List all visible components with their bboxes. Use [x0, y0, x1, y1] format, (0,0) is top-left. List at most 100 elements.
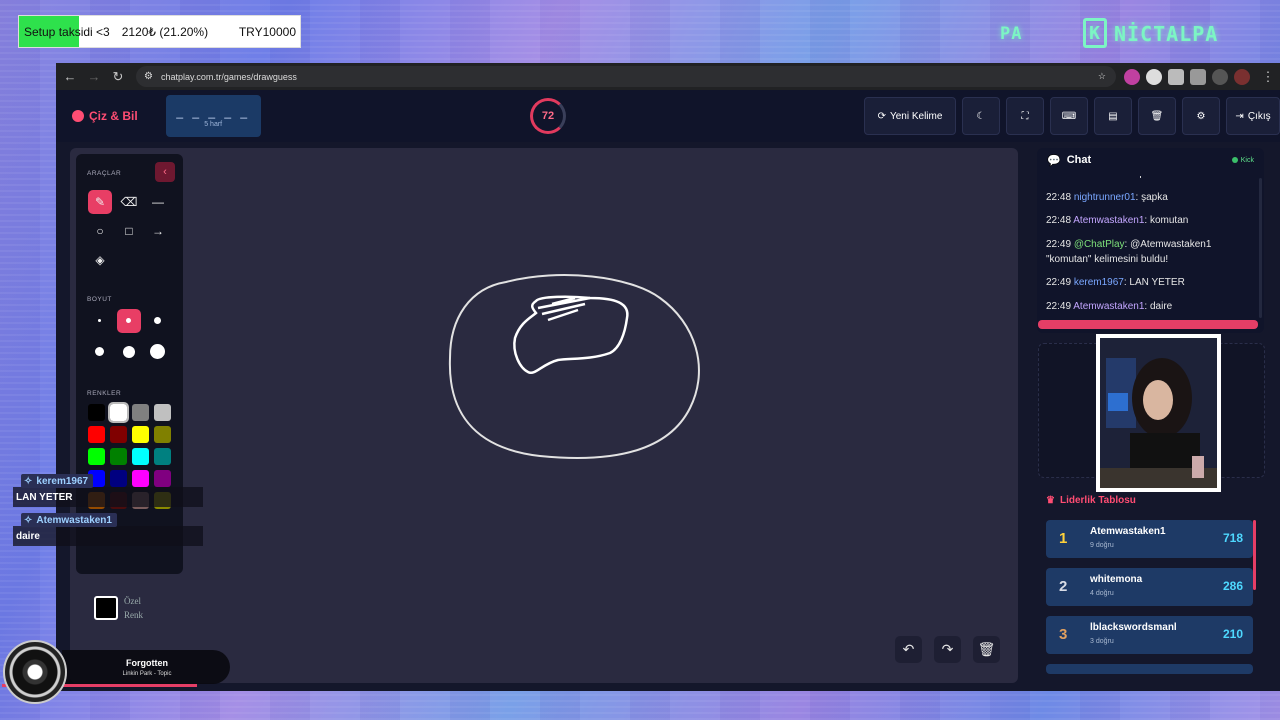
- brush-icon: ✎: [94, 195, 106, 209]
- size-option-4[interactable]: [88, 340, 112, 364]
- redo-button[interactable]: ↷: [934, 636, 961, 663]
- app-title: Çiz & Bil: [89, 109, 138, 123]
- chat-title: Chat: [1066, 154, 1092, 166]
- size-option-6[interactable]: [146, 340, 170, 364]
- custom-color[interactable]: Özel Renk: [94, 594, 143, 623]
- app-header: Çiz & Bil _ _ _ _ _ 5 harf 72 ⟳ Yeni Kel…: [56, 90, 1280, 142]
- undo-icon: ↶: [902, 641, 915, 657]
- arrow-right-icon: →: [152, 224, 164, 238]
- drawing-canvas[interactable]: ↶ ↷ 🗑: [70, 148, 1018, 683]
- square-icon: □: [125, 224, 133, 238]
- new-word-button[interactable]: ⟳ Yeni Kelime: [864, 97, 956, 135]
- rank-number: 2: [1059, 578, 1068, 595]
- color-swatch[interactable]: [110, 470, 127, 487]
- canvas-actions: ↶ ↷ 🗑: [895, 636, 1000, 663]
- extension-icon[interactable]: [1168, 68, 1184, 85]
- extension-icon[interactable]: [1146, 68, 1162, 85]
- word-mask: _ _ _ _ _: [176, 104, 251, 119]
- live-dot-icon: [1231, 157, 1238, 163]
- circle-tool[interactable]: ○: [88, 219, 112, 243]
- redo-icon: ↷: [941, 641, 954, 657]
- chat-message: 22:48 nightrunner01: şapka: [1046, 191, 1168, 203]
- leaderboard-scrollbar[interactable]: [1253, 520, 1256, 590]
- color-swatch[interactable]: [110, 448, 127, 465]
- clear-canvas-button[interactable]: 🗑: [973, 636, 1000, 663]
- chat-scrollbar[interactable]: [1259, 178, 1262, 318]
- trash-icon: 🗑: [977, 641, 996, 657]
- exit-button[interactable]: ⇥ Çıkış: [1226, 97, 1280, 135]
- player-points: 210: [1222, 627, 1243, 641]
- chat-source-label: Kick: [1240, 156, 1254, 164]
- line-tool[interactable]: —: [146, 190, 170, 214]
- app-logo[interactable]: Çiz & Bil: [72, 109, 138, 123]
- undo-button[interactable]: ↶: [895, 636, 922, 663]
- color-swatch[interactable]: [154, 470, 171, 487]
- player-name: whitemona: [1090, 574, 1143, 585]
- color-swatch[interactable]: [88, 404, 105, 421]
- refresh-icon: ⟳: [877, 110, 886, 122]
- address-bar[interactable]: ⚙ chatplay.com.tr/games/drawguess ☆: [136, 66, 1116, 87]
- player-points: 286: [1222, 579, 1243, 593]
- keyboard-button[interactable]: ⌨: [1050, 97, 1088, 135]
- color-swatch[interactable]: [110, 426, 127, 443]
- profile-avatar[interactable]: [1234, 68, 1250, 85]
- leaderboard-row: 2 whitemona 4 doğru 286: [1046, 568, 1253, 606]
- site-info-icon[interactable]: ⚙: [144, 71, 153, 82]
- archive-button[interactable]: ▤: [1094, 97, 1132, 135]
- delete-button[interactable]: 🗑: [1138, 97, 1176, 135]
- dark-mode-button[interactable]: ☾: [962, 97, 1000, 135]
- size-option-2[interactable]: [117, 309, 141, 333]
- brush-tool[interactable]: ✎: [88, 190, 112, 214]
- fill-tool[interactable]: ◈: [88, 248, 112, 272]
- color-swatch[interactable]: [88, 448, 105, 465]
- trash-icon: 🗑: [1150, 110, 1164, 122]
- circle-icon: ○: [96, 224, 104, 238]
- color-swatch[interactable]: [132, 404, 149, 421]
- overlay-chat-message: daire: [13, 526, 203, 546]
- back-icon[interactable]: ←: [58, 69, 82, 84]
- reload-icon[interactable]: ↻: [106, 69, 130, 85]
- size-section-title: BOYUT: [87, 296, 112, 303]
- rank-number: 1: [1059, 530, 1068, 547]
- leaderboard-title: Liderlik Tablosu: [1059, 495, 1136, 506]
- arrow-tool[interactable]: →: [146, 219, 170, 243]
- new-word-label: Yeni Kelime: [889, 110, 943, 122]
- color-swatch[interactable]: [88, 426, 105, 443]
- correct-count: 9 doğru: [1090, 542, 1114, 549]
- extension-icon[interactable]: [1124, 68, 1140, 85]
- color-swatch[interactable]: [132, 448, 149, 465]
- donation-goal-bar: Setup taksidi <3 2120₺ (21.20%) TRY10000: [18, 15, 301, 48]
- expand-icon: ⛶: [1021, 110, 1029, 122]
- eraser-icon: ⌫: [120, 195, 138, 209]
- color-swatch[interactable]: [154, 448, 171, 465]
- kebab-menu-icon[interactable]: ⋮: [1256, 69, 1280, 85]
- custom-color-swatch[interactable]: [94, 596, 118, 621]
- collapse-panel-button[interactable]: ‹: [155, 162, 175, 182]
- rectangle-tool[interactable]: □: [117, 219, 141, 243]
- puzzle-icon[interactable]: [1190, 68, 1206, 85]
- forward-icon[interactable]: →: [82, 69, 106, 84]
- header-actions: ⟳ Yeni Kelime ☾ ⛶ ⌨ ▤ 🗑 ⚙ ⇥ Çıkış: [864, 97, 1280, 135]
- brand-logo-icon: K: [1083, 18, 1107, 48]
- color-swatch[interactable]: [154, 404, 171, 421]
- overlay-chat-message: LAN YETER: [13, 487, 203, 507]
- size-option-3[interactable]: [146, 309, 170, 333]
- fullscreen-button[interactable]: ⛶: [1006, 97, 1044, 135]
- sidebar-icon[interactable]: [1212, 68, 1228, 85]
- settings-button[interactable]: ⚙: [1182, 97, 1220, 135]
- custom-color-label-1: Özel: [124, 596, 141, 606]
- line-icon: —: [152, 195, 164, 209]
- exit-label: Çıkış: [1247, 110, 1271, 122]
- color-swatch[interactable]: [132, 426, 149, 443]
- bookmark-star-icon[interactable]: ☆: [1098, 71, 1106, 82]
- size-option-5[interactable]: [117, 340, 141, 364]
- drawing-strokes: [448, 274, 700, 459]
- color-swatch[interactable]: [154, 426, 171, 443]
- color-swatch[interactable]: [108, 402, 129, 423]
- player-name: lblackswordsmanl: [1090, 622, 1177, 633]
- eraser-tool[interactable]: ⌫: [117, 190, 141, 214]
- size-option-1[interactable]: [88, 309, 112, 333]
- color-swatch[interactable]: [132, 470, 149, 487]
- tools-section-title: ARAÇLAR: [87, 170, 122, 177]
- round-timer: 72: [530, 98, 566, 134]
